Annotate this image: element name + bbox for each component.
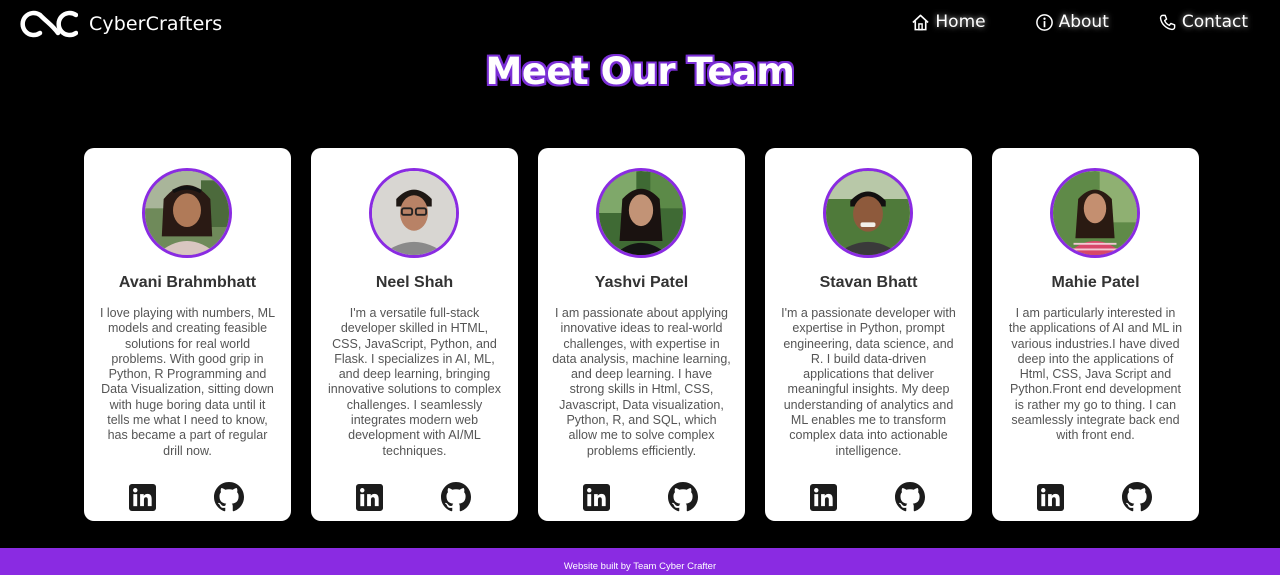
member-bio: I'm a versatile full-stack developer ski… bbox=[327, 306, 501, 458]
avatar bbox=[823, 168, 913, 258]
social-links bbox=[992, 482, 1199, 512]
page-title: Meet Our Team bbox=[485, 50, 795, 93]
nav-links: Home About Contact bbox=[862, 12, 1248, 32]
linkedin-icon[interactable] bbox=[583, 484, 610, 511]
home-icon bbox=[912, 14, 930, 30]
avatar-photo bbox=[599, 171, 683, 255]
member-name: Neel Shah bbox=[375, 274, 454, 291]
team-card: Neel Shah I'm a versatile full-stack dev… bbox=[311, 148, 518, 521]
info-icon bbox=[1035, 13, 1053, 31]
github-icon[interactable] bbox=[441, 482, 471, 512]
nav-link-label: Contact bbox=[1181, 12, 1248, 32]
member-name: Mahie Patel bbox=[1051, 274, 1140, 291]
nav-link-label: Home bbox=[935, 12, 986, 32]
avatar bbox=[596, 168, 686, 258]
avatar bbox=[1050, 168, 1140, 258]
nav-link-about[interactable]: About bbox=[1035, 12, 1109, 32]
team-card: Yashvi Patel I am passionate about apply… bbox=[538, 148, 745, 521]
member-bio: I'm a passionate developer with expertis… bbox=[781, 306, 956, 458]
team-card: Stavan Bhatt I'm a passionate developer … bbox=[765, 148, 972, 521]
member-bio: I am particularly interested in the appl… bbox=[1008, 306, 1183, 443]
nav-link-home[interactable]: Home bbox=[911, 12, 986, 32]
social-links bbox=[311, 482, 518, 512]
footer-text: Website built by Team Cyber Crafter bbox=[563, 561, 717, 572]
member-bio: I love playing with numbers, ML models a… bbox=[99, 306, 276, 458]
brand[interactable]: CyberCrafters bbox=[18, 9, 222, 39]
phone-icon bbox=[1159, 14, 1176, 30]
github-icon[interactable] bbox=[895, 482, 925, 512]
team-card: Mahie Patel I am particularly interested… bbox=[992, 148, 1199, 521]
nav-link-label: About bbox=[1058, 12, 1109, 32]
linkedin-icon[interactable] bbox=[810, 484, 837, 511]
navbar: CyberCrafters Home About Contact bbox=[0, 0, 1280, 48]
avatar-photo bbox=[826, 171, 910, 255]
team-card: Avani Brahmbhatt I love playing with num… bbox=[84, 148, 291, 521]
avatar bbox=[369, 168, 459, 258]
avatar-photo bbox=[372, 171, 456, 255]
avatar bbox=[142, 168, 232, 258]
nav-link-contact[interactable]: Contact bbox=[1158, 12, 1248, 32]
github-icon[interactable] bbox=[1122, 482, 1152, 512]
github-icon[interactable] bbox=[668, 482, 698, 512]
member-bio: I am passionate about applying innovativ… bbox=[552, 306, 731, 458]
github-icon[interactable] bbox=[214, 482, 244, 512]
linkedin-icon[interactable] bbox=[1037, 484, 1064, 511]
member-name: Stavan Bhatt bbox=[819, 274, 918, 291]
cybercrafters-logo-icon bbox=[20, 10, 78, 38]
avatar-photo bbox=[1053, 171, 1137, 255]
member-name: Avani Brahmbhatt bbox=[118, 274, 257, 291]
member-name: Yashvi Patel bbox=[594, 274, 689, 291]
avatar-photo bbox=[145, 171, 229, 255]
brand-name: CyberCrafters bbox=[89, 13, 223, 35]
team-cards: Avani Brahmbhatt I love playing with num… bbox=[84, 148, 1199, 521]
social-links bbox=[538, 482, 745, 512]
social-links bbox=[765, 482, 972, 512]
social-links bbox=[84, 482, 291, 512]
linkedin-icon[interactable] bbox=[129, 484, 156, 511]
footer: Website built by Team Cyber Crafter bbox=[0, 548, 1280, 575]
linkedin-icon[interactable] bbox=[356, 484, 383, 511]
